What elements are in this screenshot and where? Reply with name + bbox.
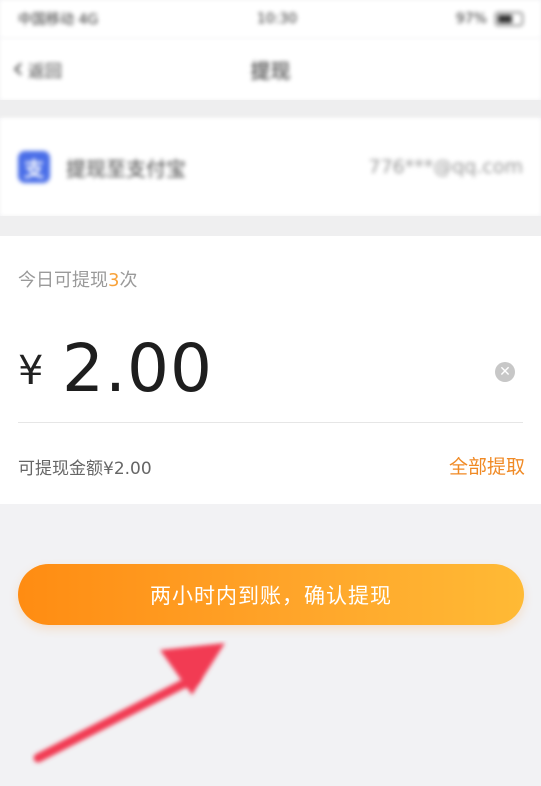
withdraw-all-button[interactable]: 全部提取 <box>449 452 525 479</box>
account-label: 提现至支付宝 <box>66 156 186 181</box>
times-suffix: 次 <box>119 270 138 291</box>
times-count: 3 <box>108 270 120 291</box>
confirm-button-label: 两小时内到账，确认提现 <box>150 583 392 608</box>
back-button[interactable]: ‹ 返回 <box>12 54 62 84</box>
battery-percent: 97% <box>455 11 487 27</box>
section-divider <box>0 100 541 118</box>
withdraw-times-text: 今日可提现3次 <box>18 266 137 292</box>
confirm-withdraw-button[interactable]: 两小时内到账，确认提现 <box>18 564 524 625</box>
amount-value[interactable]: 2.00 <box>62 330 213 407</box>
arrow-shaft <box>33 673 200 763</box>
chevron-left-icon: ‹ <box>12 51 24 86</box>
clear-icon[interactable]: ✕ <box>495 362 515 382</box>
alipay-icon: 支 <box>18 151 50 183</box>
section-divider <box>0 216 541 236</box>
battery-icon <box>494 12 523 26</box>
back-label: 返回 <box>28 61 62 82</box>
account-value: 776***@qq.com <box>368 156 523 178</box>
withdraw-card: 今日可提现3次 ¥ 2.00 ✕ 可提现金额¥2.00 全部提取 <box>0 236 541 504</box>
amount-input[interactable]: ¥ 2.00 ✕ <box>18 330 523 412</box>
times-prefix: 今日可提现 <box>18 270 108 291</box>
carrier-text: 中国移动 4G <box>18 12 99 28</box>
navigation-bar: ‹ 返回 提现 <box>0 38 541 100</box>
arrow-annotation <box>33 643 225 763</box>
currency-symbol: ¥ <box>18 348 44 394</box>
page-title: 提现 <box>250 58 291 83</box>
divider <box>18 422 523 423</box>
available-amount: 可提现金额¥2.00 <box>18 459 152 479</box>
withdraw-account-row[interactable]: 支 提现至支付宝 776***@qq.com <box>0 118 541 216</box>
status-right: 97% <box>456 11 523 27</box>
status-time: 10:30 <box>256 11 298 27</box>
status-bar: 中国移动 4G 10:30 97% <box>0 0 541 38</box>
